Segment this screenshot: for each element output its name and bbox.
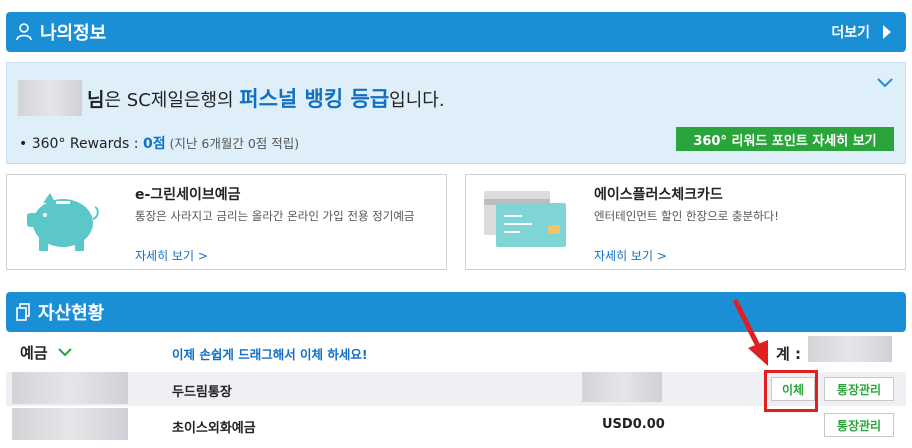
rewards-label: 360° Rewards : <box>31 136 143 152</box>
manage-account-button[interactable]: 통장관리 <box>824 377 894 401</box>
red-arrow-icon <box>730 298 774 374</box>
table-row[interactable]: 초이스외화예금 USD0.00 통장관리 <box>6 408 906 442</box>
account-number-redacted <box>12 372 128 404</box>
arrow-right-icon <box>882 24 892 40</box>
more-label: 더보기 <box>831 25 870 41</box>
promo-title: 에이스플러스체크카드 <box>594 187 723 203</box>
promo-card-savings[interactable]: e-그린세이브예금 통장은 사라지고 금리는 올라간 온라인 가입 전용 정기예… <box>6 174 447 270</box>
rewards-points: 0점 <box>142 136 166 152</box>
promo-description: 엔터테인먼트 할인 한장으로 충분하다! <box>594 209 779 223</box>
credit-card-icon <box>482 187 568 253</box>
grade-name: 퍼스널 뱅킹 등급 <box>239 87 390 111</box>
user-icon <box>16 23 32 41</box>
total-label: 계 : <box>776 345 802 363</box>
honorific: 님 <box>87 89 105 111</box>
account-name: 초이스외화예금 <box>172 421 256 436</box>
assets-title: 자산현황 <box>38 303 105 324</box>
myinfo-header: 나의정보 더보기 <box>6 12 906 52</box>
more-button[interactable]: 더보기 <box>831 12 892 52</box>
drag-transfer-hint: 이제 손쉽게 드래그해서 이체 하세요! <box>172 347 368 362</box>
promo-detail-link[interactable]: 자세히 보기 > <box>135 247 208 264</box>
promo-detail-link[interactable]: 자세히 보기 > <box>594 247 667 264</box>
promo-description: 통장은 사라지고 금리는 올라간 온라인 가입 전용 정기예금 <box>135 209 415 223</box>
account-balance: USD0.00 <box>602 417 665 432</box>
account-number-redacted <box>12 408 128 440</box>
promo-title: e-그린세이브예금 <box>135 187 241 203</box>
grade-text-mid: 은 SC제일은행의 <box>104 90 240 111</box>
rewards-sub: (지난 6개월간 0점 적립) <box>165 136 300 151</box>
total-amount-redacted <box>808 336 892 362</box>
deposit-category-select[interactable]: 예금 <box>20 342 72 363</box>
grade-message: 님은 SC제일은행의 퍼스널 뱅킹 등급입니다. <box>87 83 445 113</box>
chevron-down-icon <box>57 348 72 357</box>
rewards-detail-button[interactable]: 360° 리워드 포인트 자세히 보기 <box>676 127 894 151</box>
piggy-bank-icon <box>23 187 107 259</box>
myinfo-title: 나의정보 <box>40 23 107 44</box>
chevron-down-icon[interactable] <box>877 73 893 92</box>
manage-account-button[interactable]: 통장관리 <box>824 413 894 437</box>
account-name: 두드림통장 <box>172 385 232 400</box>
document-icon <box>16 303 30 321</box>
bullet-icon: • <box>19 136 28 152</box>
deposit-label: 예금 <box>20 344 48 362</box>
customer-name-redacted <box>18 80 82 116</box>
grade-text-end: 입니다. <box>389 90 445 111</box>
promo-card-checkcard[interactable]: 에이스플러스체크카드 엔터테인먼트 할인 한장으로 충분하다! 자세히 보기 > <box>465 174 906 270</box>
rewards-summary: • 360° Rewards : 0점 (지난 6개월간 0점 적립) <box>19 133 299 153</box>
highlight-box <box>764 370 818 412</box>
account-balance-redacted <box>582 372 662 402</box>
grade-panel: 님은 SC제일은행의 퍼스널 뱅킹 등급입니다. • 360° Rewards … <box>6 62 906 164</box>
